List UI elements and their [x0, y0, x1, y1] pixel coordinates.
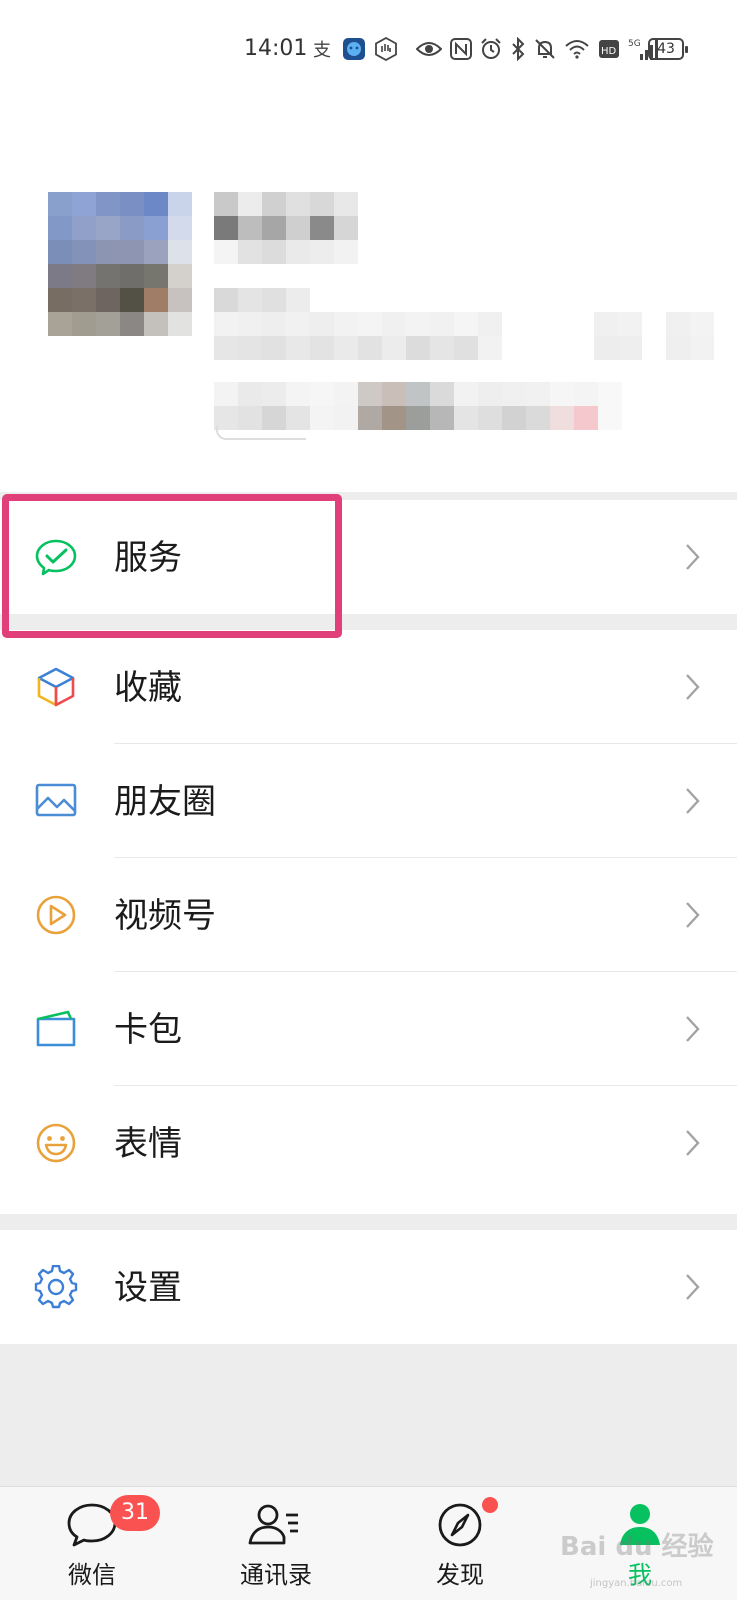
card-wallet-icon — [34, 1007, 78, 1051]
app-face-icon — [342, 37, 366, 61]
menu-item-moments-label: 朋友圈 — [114, 782, 216, 822]
chevron-right-icon — [683, 542, 703, 572]
watermark: Bai du 经验 — [560, 1532, 714, 1562]
menu-item-cards[interactable]: 卡包 — [0, 972, 737, 1086]
compass-icon — [436, 1501, 484, 1553]
menu-item-channels-label: 视频号 — [114, 896, 216, 936]
wechat-id — [214, 312, 502, 336]
chevron-right-icon — [683, 1272, 703, 1302]
hand-icon — [374, 37, 398, 61]
bluetooth-icon — [510, 37, 526, 61]
tab-chats[interactable]: 31 微信 — [44, 1487, 160, 1600]
menu-item-channels[interactable]: 视频号 — [0, 858, 737, 972]
moments-picture-icon — [34, 779, 78, 823]
favorites-cube-icon — [34, 665, 78, 709]
svg-text:5G: 5G — [628, 39, 641, 49]
profile-name-line3 — [214, 240, 358, 264]
status-icons: 支 HD 5G — [312, 36, 658, 62]
menu-item-cards-label: 卡包 — [114, 1010, 182, 1050]
notification-dot — [482, 1497, 498, 1513]
avatar[interactable] — [48, 192, 192, 336]
chevron-right-icon — [683, 900, 703, 930]
highlight-box — [2, 494, 342, 638]
alarm-icon — [480, 38, 502, 60]
menu-item-settings[interactable]: 设置 — [0, 1230, 737, 1344]
qr-code-icon — [594, 312, 714, 336]
status-time: 14:01 — [244, 36, 308, 61]
menu-item-moments[interactable]: 朋友圈 — [0, 744, 737, 858]
svg-text:支: 支 — [313, 40, 331, 60]
profile-name-line2 — [214, 216, 358, 240]
qr-code-icon-2 — [594, 336, 714, 360]
menu-group-settings: 设置 — [0, 1230, 737, 1344]
chevron-right-icon — [683, 672, 703, 702]
menu-item-favorites[interactable]: 收藏 — [0, 630, 737, 744]
nfc-icon — [450, 38, 472, 60]
wechat-id-line2 — [214, 336, 502, 360]
chevron-right-icon — [683, 786, 703, 816]
profile-name-line4 — [214, 288, 310, 312]
tab-contacts-label: 通讯录 — [240, 1561, 312, 1589]
menu-item-favorites-label: 收藏 — [114, 668, 182, 708]
tab-chats-label: 微信 — [68, 1561, 116, 1589]
profile-card[interactable] — [0, 100, 737, 492]
sticker-smile-icon — [34, 1121, 78, 1165]
watermark-sub: jingyan.baidu.com — [590, 1578, 683, 1589]
menu-item-stickers[interactable]: 表情 — [0, 1086, 737, 1200]
menu-item-stickers-label: 表情 — [114, 1124, 182, 1164]
contacts-person-icon — [246, 1501, 302, 1553]
profile-name — [214, 192, 358, 216]
svg-text:HD: HD — [601, 46, 617, 57]
profile-status[interactable] — [214, 382, 622, 406]
tab-contacts[interactable]: 通讯录 — [226, 1487, 326, 1600]
status-pill — [216, 426, 306, 440]
menu-group-main: 收藏 朋友圈 视频号 卡包 表情 — [0, 630, 737, 1214]
tab-discover[interactable]: 发现 — [412, 1487, 508, 1600]
chevron-right-icon — [683, 1014, 703, 1044]
tab-discover-label: 发现 — [436, 1561, 484, 1589]
battery-icon: 43 — [648, 38, 688, 60]
menu-item-settings-label: 设置 — [114, 1268, 182, 1308]
chevron-right-icon — [683, 1128, 703, 1158]
status-bar: 14:01 支 HD 5G 43 — [0, 0, 737, 100]
unread-badge: 31 — [110, 1495, 160, 1531]
hd-icon: HD — [598, 39, 620, 59]
eye-icon — [416, 39, 442, 59]
settings-gear-icon — [34, 1264, 78, 1309]
wifi-icon — [564, 39, 590, 59]
mute-icon — [534, 38, 556, 60]
alipay-icon: 支 — [312, 38, 334, 60]
channels-play-icon — [34, 893, 78, 937]
